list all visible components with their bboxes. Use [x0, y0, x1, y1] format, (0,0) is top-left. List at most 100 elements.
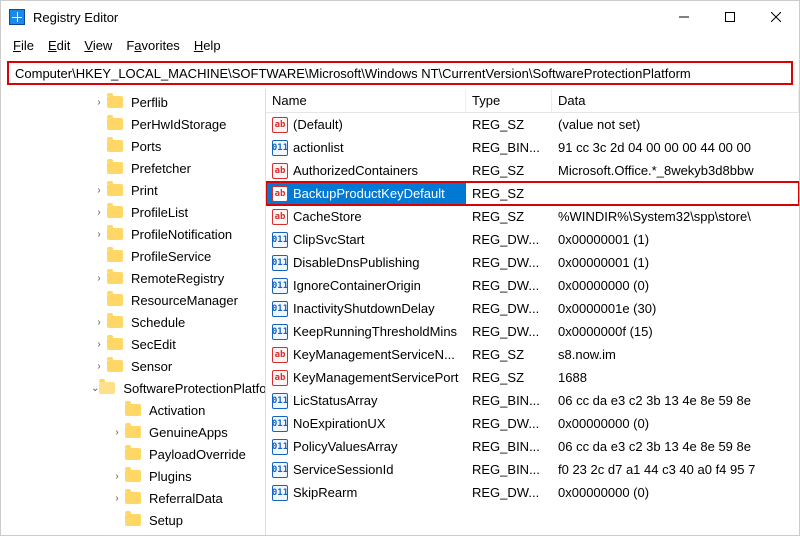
tree-item[interactable]: ›Print	[5, 179, 265, 201]
menu-file[interactable]: File	[7, 36, 40, 55]
value-name: CacheStore	[293, 209, 362, 224]
value-row[interactable]: 011actionlistREG_BIN...91 cc 3c 2d 04 00…	[266, 136, 799, 159]
tree-item-label: ProfileList	[127, 204, 192, 221]
value-row[interactable]: abKeyManagementServiceN...REG_SZs8.now.i…	[266, 343, 799, 366]
expand-icon[interactable]: ›	[91, 314, 107, 330]
tree-item[interactable]: Ports	[5, 135, 265, 157]
column-header-type[interactable]: Type	[466, 89, 552, 112]
tree-item[interactable]: ResourceManager	[5, 289, 265, 311]
value-type: REG_BIN...	[466, 435, 552, 458]
string-value-icon: ab	[272, 186, 288, 202]
string-value-icon: ab	[272, 347, 288, 363]
value-row[interactable]: 011NoExpirationUXREG_DW...0x00000000 (0)	[266, 412, 799, 435]
expand-icon[interactable]: ›	[91, 182, 107, 198]
tree-item-label: Prefetcher	[127, 160, 195, 177]
value-data: 0x0000001e (30)	[552, 297, 799, 320]
tree-item-label: Perflib	[127, 94, 172, 111]
folder-icon	[107, 140, 123, 152]
value-name: actionlist	[293, 140, 344, 155]
list-header: Name Type Data	[266, 89, 799, 113]
tree-item-label: ResourceManager	[127, 292, 242, 309]
value-row[interactable]: 011DisableDnsPublishingREG_DW...0x000000…	[266, 251, 799, 274]
value-row[interactable]: 011ServiceSessionIdREG_BIN...f0 23 2c d7…	[266, 458, 799, 481]
binary-value-icon: 011	[272, 255, 288, 271]
tree-item[interactable]: ›GenuineApps	[5, 421, 265, 443]
expand-icon	[91, 138, 107, 154]
folder-icon	[107, 272, 123, 284]
list-view[interactable]: Name Type Data ab(Default)REG_SZ(value n…	[266, 89, 799, 535]
value-row[interactable]: 011InactivityShutdownDelayREG_DW...0x000…	[266, 297, 799, 320]
tree-item[interactable]: PayloadOverride	[5, 443, 265, 465]
expand-icon[interactable]: ›	[91, 226, 107, 242]
tree-item[interactable]: ›ReferralData	[5, 487, 265, 509]
tree-item-label: Plugins	[145, 468, 196, 485]
value-type: REG_DW...	[466, 481, 552, 504]
value-data: s8.now.im	[552, 343, 799, 366]
menu-view[interactable]: View	[78, 36, 118, 55]
binary-value-icon: 011	[272, 393, 288, 409]
list-rows: ab(Default)REG_SZ(value not set)011actio…	[266, 113, 799, 504]
expand-collapse-icon[interactable]: ⌄	[91, 380, 99, 396]
value-row[interactable]: abBackupProductKeyDefaultREG_SZ	[266, 182, 799, 205]
value-type: REG_DW...	[466, 320, 552, 343]
value-row[interactable]: abAuthorizedContainersREG_SZMicrosoft.Of…	[266, 159, 799, 182]
folder-icon	[125, 448, 141, 460]
tree-item[interactable]: ProfileService	[5, 245, 265, 267]
tree-item[interactable]: › RemoteRegistry	[5, 267, 265, 289]
close-button[interactable]	[753, 1, 799, 33]
menu-edit[interactable]: Edit	[42, 36, 76, 55]
value-type: REG_DW...	[466, 228, 552, 251]
close-icon	[771, 12, 781, 22]
menu-help[interactable]: Help	[188, 36, 227, 55]
value-row[interactable]: 011IgnoreContainerOriginREG_DW...0x00000…	[266, 274, 799, 297]
tree-item[interactable]: Activation	[5, 399, 265, 421]
tree-item-label: RemoteRegistry	[127, 270, 228, 287]
address-bar[interactable]: Computer\HKEY_LOCAL_MACHINE\SOFTWARE\Mic…	[7, 61, 793, 85]
expand-icon	[91, 116, 107, 132]
value-row[interactable]: ab(Default)REG_SZ(value not set)	[266, 113, 799, 136]
tree-item[interactable]: › Perflib	[5, 91, 265, 113]
tree-item[interactable]: › Schedule	[5, 311, 265, 333]
minimize-button[interactable]	[661, 1, 707, 33]
tree-item[interactable]: Prefetcher	[5, 157, 265, 179]
value-row[interactable]: abCacheStoreREG_SZ%WINDIR%\System32\spp\…	[266, 205, 799, 228]
tree-item[interactable]: › ProfileList	[5, 201, 265, 223]
expand-icon[interactable]: ›	[91, 270, 107, 286]
tree-item[interactable]: ›Sensor	[5, 355, 265, 377]
expand-icon[interactable]: ›	[91, 336, 107, 352]
expand-icon[interactable]: ›	[91, 358, 107, 374]
tree-item[interactable]: Setup	[5, 509, 265, 531]
app-icon	[9, 9, 25, 25]
tree-item[interactable]: ›SecEdit	[5, 333, 265, 355]
expand-icon[interactable]: ›	[109, 468, 125, 484]
value-row[interactable]: 011LicStatusArrayREG_BIN...06 cc da e3 c…	[266, 389, 799, 412]
registry-editor-window: Registry Editor File Edit View Favorites…	[0, 0, 800, 536]
expand-icon[interactable]: ›	[91, 94, 107, 110]
tree-item[interactable]: ⌄SoftwareProtectionPlatform	[5, 377, 265, 399]
value-row[interactable]: 011SkipRearmREG_DW...0x00000000 (0)	[266, 481, 799, 504]
tree-item-label: Schedule	[127, 314, 189, 331]
string-value-icon: ab	[272, 370, 288, 386]
maximize-button[interactable]	[707, 1, 753, 33]
column-header-data[interactable]: Data	[552, 89, 799, 112]
menu-favorites[interactable]: Favorites	[120, 36, 185, 55]
value-row[interactable]: 011KeepRunningThresholdMinsREG_DW...0x00…	[266, 320, 799, 343]
value-data: 1688	[552, 366, 799, 389]
expand-icon[interactable]: ›	[91, 204, 107, 220]
expand-icon[interactable]: ›	[109, 424, 125, 440]
tree-item-label: PayloadOverride	[145, 446, 250, 463]
folder-icon	[107, 96, 123, 108]
tree-item[interactable]: ›ProfileNotification	[5, 223, 265, 245]
tree-item[interactable]: › Plugins	[5, 465, 265, 487]
value-data	[552, 182, 799, 205]
value-row[interactable]: 011PolicyValuesArrayREG_BIN...06 cc da e…	[266, 435, 799, 458]
value-row[interactable]: abKeyManagementServicePortREG_SZ1688	[266, 366, 799, 389]
window-controls	[661, 1, 799, 33]
expand-icon[interactable]: ›	[109, 490, 125, 506]
value-data: 0x00000000 (0)	[552, 412, 799, 435]
column-header-name[interactable]: Name	[266, 89, 466, 112]
tree-item[interactable]: PerHwIdStorage	[5, 113, 265, 135]
tree-view[interactable]: ›PerflibPerHwIdStoragePortsPrefetcher›Pr…	[1, 89, 266, 535]
value-type: REG_DW...	[466, 251, 552, 274]
value-row[interactable]: 011ClipSvcStartREG_DW...0x00000001 (1)	[266, 228, 799, 251]
